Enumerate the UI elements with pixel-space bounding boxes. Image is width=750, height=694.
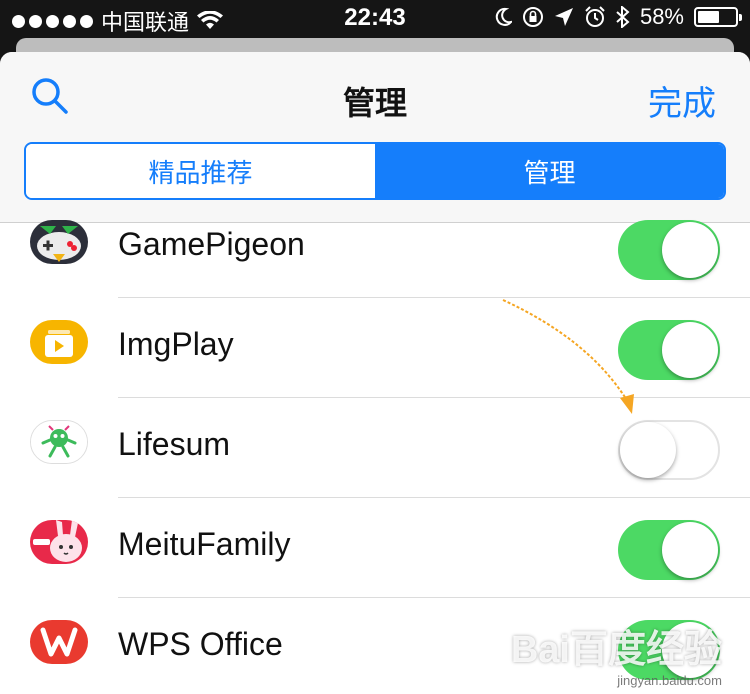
- app-name: MeituFamily: [118, 526, 291, 562]
- list-item: ImgPlay: [0, 298, 750, 398]
- watermark-url: jingyan.baidu.com: [617, 673, 722, 688]
- toggle-knob: [620, 422, 676, 478]
- done-button[interactable]: 完成: [648, 76, 716, 125]
- toggle-knob: [662, 322, 718, 378]
- page-title: 管理: [342, 85, 407, 121]
- app-toggle-meitufamily[interactable]: [618, 520, 720, 580]
- watermark-text: Bai百度经验: [510, 629, 722, 671]
- app-name: ImgPlay: [118, 326, 234, 362]
- wps-office-icon: [30, 620, 88, 664]
- manage-sheet: 管理 完成 精品推荐 管理 GamePigeon ImgPlay Lifesum…: [0, 52, 750, 694]
- battery-icon: [694, 7, 742, 27]
- app-toggle-gamepigeon[interactable]: [618, 220, 720, 280]
- lifesum-icon: [30, 420, 88, 464]
- list-item: GamePigeon: [0, 198, 750, 298]
- app-name: Lifesum: [118, 426, 231, 462]
- bluetooth-icon: [616, 6, 630, 28]
- tab-recommended[interactable]: 精品推荐: [26, 144, 375, 198]
- rotation-lock-icon: [522, 6, 544, 28]
- watermark: Bai百度经验 jingyan.baidu.com: [511, 618, 722, 688]
- gamepigeon-icon: [30, 220, 88, 264]
- app-name: WPS Office: [118, 626, 283, 662]
- moon-icon: [494, 7, 512, 27]
- toggle-knob: [662, 522, 718, 578]
- meitufamily-icon: [30, 520, 88, 564]
- status-bar: 中国联通 22:43 58%: [0, 0, 750, 36]
- list-item: Lifesum: [0, 398, 750, 498]
- app-name: GamePigeon: [118, 226, 305, 262]
- alarm-icon: [584, 6, 606, 28]
- list-item: MeituFamily: [0, 498, 750, 598]
- battery-percent: 58%: [639, 4, 684, 29]
- tab-manage[interactable]: 管理: [375, 144, 724, 198]
- imgplay-icon: [30, 320, 88, 364]
- app-toggle-lifesum[interactable]: [618, 420, 720, 480]
- location-icon: [554, 7, 574, 27]
- app-toggle-imgplay[interactable]: [618, 320, 720, 380]
- segmented-control: 精品推荐 管理: [24, 142, 726, 200]
- toggle-knob: [662, 222, 718, 278]
